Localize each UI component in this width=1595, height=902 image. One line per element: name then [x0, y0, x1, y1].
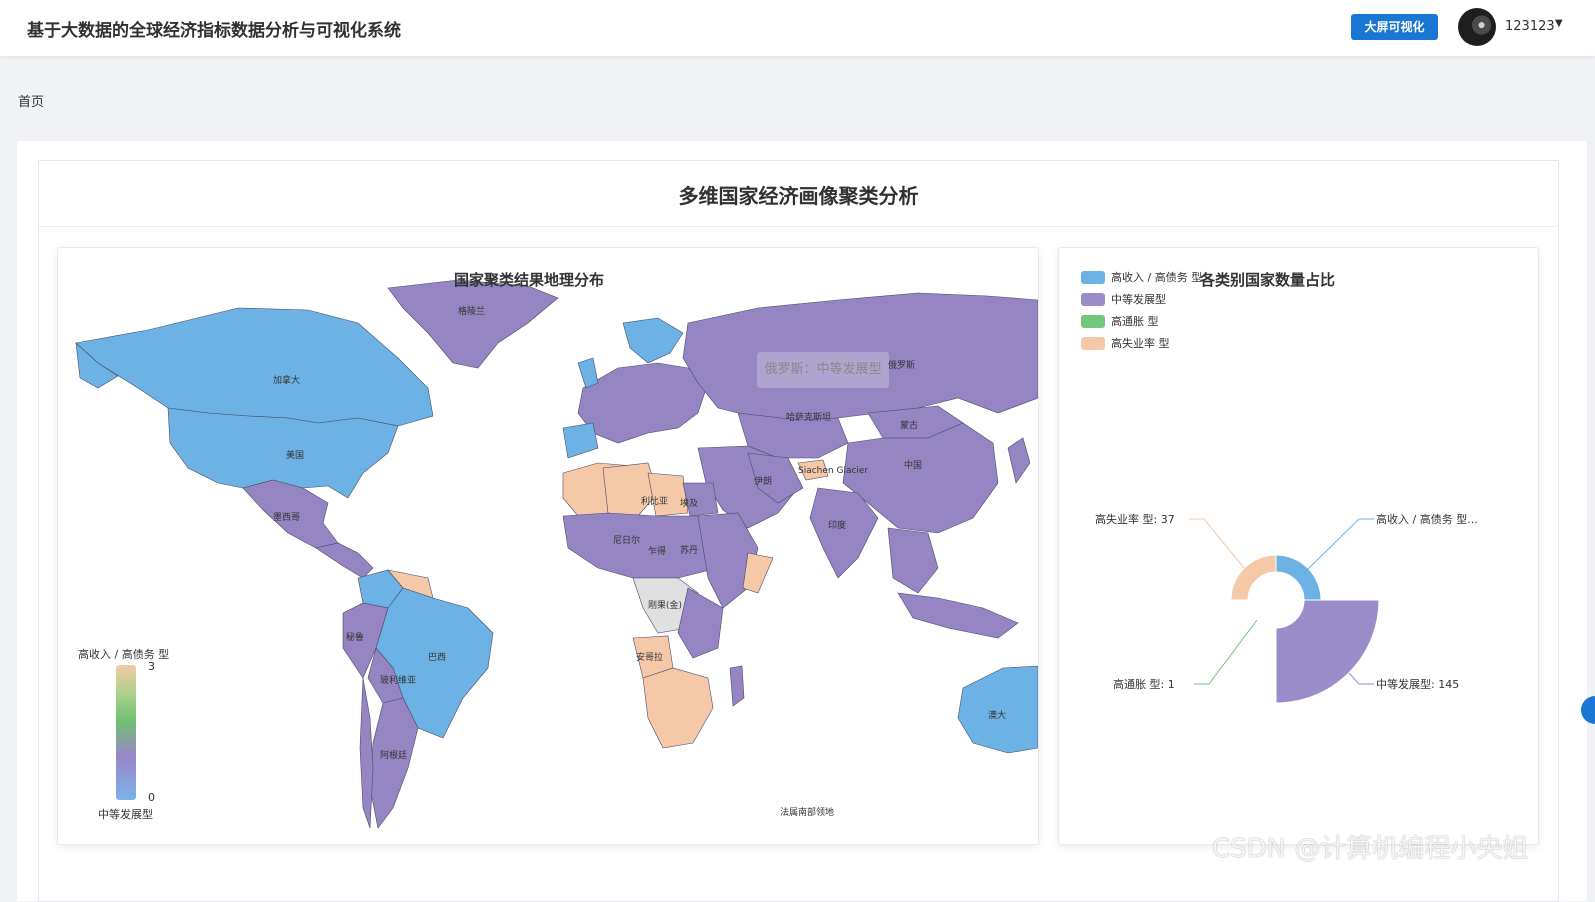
label-angola: 安哥拉 [636, 651, 663, 663]
label-kazakhstan: 哈萨克斯坦 [786, 411, 831, 423]
pie-panel: 各类别国家数量占比 高收入 / 高债务 型 中等发展型 高通胀 型 高失业率 型… [1058, 247, 1539, 845]
world-map[interactable]: 加拿大 美国 格陵兰 俄罗斯 哈萨克斯坦 蒙古 中国 Siachen Glaci… [58, 248, 1038, 844]
country-southern-africa [642, 667, 714, 749]
label-russia: 俄罗斯 [888, 359, 915, 371]
label-medium: 中等发展型: 145 [1376, 678, 1460, 691]
caret-down-icon[interactable]: ▼ [1555, 18, 1563, 29]
visual-map-top-label: 高收入 / 高债务 型 [78, 648, 170, 661]
country-europe [577, 362, 709, 444]
app-title: 基于大数据的全球经济指标数据分析与可视化系统 [27, 21, 401, 41]
visual-map-bottom-label: 中等发展型 [98, 808, 153, 821]
label-libya: 利比亚 [641, 495, 668, 507]
label-dr-congo: 刚果(金) [648, 599, 682, 611]
country-chile [359, 677, 374, 829]
visual-map-slider[interactable] [116, 665, 136, 800]
label-high-income: 高收入 / 高债务 型... [1376, 513, 1478, 526]
divider [38, 226, 1559, 227]
label-india: 印度 [828, 519, 846, 531]
leader-unemployment [1189, 518, 1245, 569]
map-tooltip: 俄罗斯：中等发展型 [757, 352, 889, 388]
slice-unemployment [1230, 554, 1277, 601]
label-niger: 尼日尔 [613, 534, 640, 546]
label-unemployment: 高失业率 型: 37 [1095, 513, 1175, 526]
country-central-america [315, 542, 374, 579]
label-chad: 乍得 [648, 545, 666, 557]
label-inflation: 高通胀 型: 1 [1113, 678, 1175, 691]
country-indonesia [897, 592, 1019, 639]
watermark: CSDN @计算机编程小央姐 [1212, 834, 1529, 864]
label-glacier: Siachen Glacier [798, 466, 868, 476]
country-scandinavia [622, 317, 684, 364]
label-mongolia: 蒙古 [900, 419, 918, 431]
country-madagascar [729, 665, 745, 707]
label-canada: 加拿大 [273, 374, 300, 386]
label-australia: 澳大 [988, 709, 1006, 721]
label-sudan: 苏丹 [680, 544, 698, 556]
label-argentina: 阿根廷 [380, 749, 407, 761]
country-greenland [387, 279, 559, 369]
big-screen-button[interactable]: 大屏可视化 [1351, 14, 1438, 40]
label-antarctica: 法属南部领地 [780, 806, 834, 818]
label-usa: 美国 [286, 449, 304, 461]
slice-medium [1275, 599, 1380, 704]
label-greenland: 格陵兰 [458, 305, 485, 317]
visual-map-min: 0 [148, 791, 155, 804]
country-argentina [369, 697, 419, 829]
leader-high-income [1306, 518, 1374, 571]
username[interactable]: 123123 [1505, 19, 1555, 34]
country-se-asia [887, 527, 939, 594]
rose-pie-chart[interactable] [1059, 248, 1538, 844]
avatar[interactable] [1458, 8, 1496, 46]
label-egypt: 埃及 [680, 497, 698, 509]
map-panel: 加拿大 美国 格陵兰 俄罗斯 哈萨克斯坦 蒙古 中国 Siachen Glaci… [57, 247, 1039, 845]
leader-inflation [1194, 619, 1258, 685]
slice-high-income [1275, 554, 1322, 601]
label-mexico: 墨西哥 [273, 512, 300, 523]
label-china: 中国 [904, 459, 922, 471]
map-title: 国家聚类结果地理分布 [454, 271, 605, 289]
label-brazil: 巴西 [428, 652, 446, 663]
country-algeria [602, 462, 659, 519]
visual-map-max: 3 [148, 660, 155, 673]
slice-inflation [1246, 599, 1277, 630]
leader-medium [1348, 672, 1374, 685]
breadcrumb[interactable]: 首页 [18, 91, 44, 110]
section-title: 多维国家经济画像聚类分析 [678, 184, 919, 208]
country-iberia [562, 422, 599, 459]
label-iran: 伊朗 [754, 475, 772, 487]
country-australia [957, 665, 1038, 754]
label-peru: 秘鲁 [346, 631, 364, 643]
country-canada [75, 307, 434, 427]
top-bar: 基于大数据的全球经济指标数据分析与可视化系统 大屏可视化 123123 ▼ [0, 0, 1595, 56]
country-japan [1007, 437, 1031, 484]
country-libya [647, 472, 689, 517]
country-uk [577, 357, 599, 389]
country-somalia [742, 552, 774, 594]
label-bolivia: 玻利维亚 [380, 674, 416, 686]
